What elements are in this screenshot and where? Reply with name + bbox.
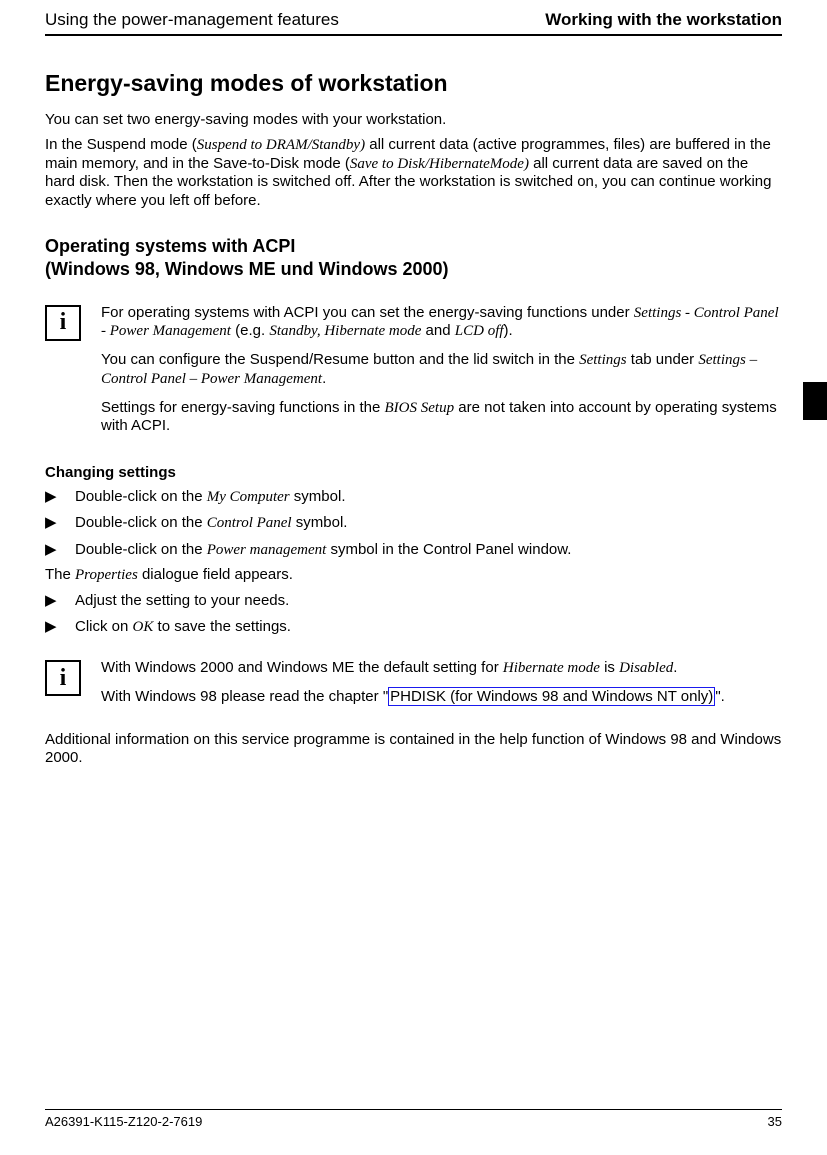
text: is	[600, 659, 619, 676]
text: With Windows 2000 and Windows ME the def…	[101, 659, 503, 676]
step-marker-icon: ▶	[45, 591, 75, 611]
info2-p2: With Windows 98 please read the chapter …	[101, 688, 725, 707]
text: The	[45, 566, 75, 583]
properties-text: The Properties dialogue field appears.	[45, 566, 782, 585]
text: tab under	[627, 351, 699, 368]
italic-text: Suspend to DRAM/Standby)	[197, 137, 365, 153]
info-note-1: i For operating systems with ACPI you ca…	[45, 304, 782, 447]
text: Settings for energy-saving functions in …	[101, 399, 385, 416]
text: Click on	[75, 618, 133, 635]
thumb-index-tab	[803, 382, 827, 420]
italic-text: BIOS Setup	[385, 400, 455, 416]
subheading-line-2: (Windows 98, Windows ME und Windows 2000…	[45, 259, 449, 279]
italic-text: Hibernate mode	[503, 660, 600, 676]
cross-reference-link[interactable]: PHDISK (for Windows 98 and Windows NT on…	[388, 687, 715, 706]
text: Double-click on the	[75, 514, 207, 531]
step-text: Double-click on the My Computer symbol.	[75, 487, 346, 507]
step-item: ▶ Double-click on the My Computer symbol…	[45, 487, 782, 507]
text: Double-click on the	[75, 488, 207, 505]
page-footer: A26391-K115-Z120-2-7619 35	[45, 1109, 782, 1129]
footer-page-number: 35	[768, 1114, 782, 1129]
text: symbol in the Control Panel window.	[326, 541, 571, 558]
text: In the Suspend mode (	[45, 136, 197, 153]
step-marker-icon: ▶	[45, 487, 75, 507]
italic-text: LCD off	[455, 323, 504, 339]
text: ).	[504, 322, 513, 339]
intro-paragraph-2: In the Suspend mode (Suspend to DRAM/Sta…	[45, 136, 782, 211]
italic-text: Properties	[75, 567, 138, 583]
italic-text: Save to Disk/HibernateMode)	[350, 156, 529, 172]
text: symbol.	[292, 514, 348, 531]
text: .	[322, 370, 326, 387]
text: and	[421, 322, 454, 339]
step-item: ▶ Double-click on the Control Panel symb…	[45, 513, 782, 533]
step-text: Double-click on the Power management sym…	[75, 540, 571, 560]
info1-p1: For operating systems with ACPI you can …	[101, 304, 782, 342]
section-heading: Energy-saving modes of workstation	[45, 70, 782, 97]
page-header: Using the power-management features Work…	[45, 10, 782, 36]
step-text: Adjust the setting to your needs.	[75, 591, 289, 611]
step-text: Click on OK to save the settings.	[75, 617, 291, 637]
text: dialogue field appears.	[138, 566, 293, 583]
step-item: ▶ Double-click on the Power management s…	[45, 540, 782, 560]
italic-text: My Computer	[207, 489, 290, 505]
header-right: Working with the workstation	[545, 10, 782, 30]
italic-text: OK	[133, 619, 154, 635]
text: (e.g.	[231, 322, 269, 339]
text: With Windows 98 please read the chapter …	[101, 688, 388, 705]
info-icon-glyph: i	[60, 309, 67, 336]
step-item: ▶ Adjust the setting to your needs.	[45, 591, 782, 611]
italic-text: Disabled	[619, 660, 673, 676]
text: symbol.	[290, 488, 346, 505]
info2-p1: With Windows 2000 and Windows ME the def…	[101, 659, 725, 678]
info1-p2: You can configure the Suspend/Resume but…	[101, 351, 782, 389]
intro-paragraph-1: You can set two energy-saving modes with…	[45, 111, 782, 130]
footer-doc-id: A26391-K115-Z120-2-7619	[45, 1114, 202, 1129]
subsection-heading: Operating systems with ACPI (Windows 98,…	[45, 235, 782, 282]
italic-text: Power management	[207, 542, 327, 558]
info1-p3: Settings for energy-saving functions in …	[101, 399, 782, 437]
text: Double-click on the	[75, 541, 207, 558]
italic-text: Standby, Hibernate mode	[269, 323, 421, 339]
step-marker-icon: ▶	[45, 513, 75, 533]
text: .	[673, 659, 677, 676]
italic-text: Settings	[579, 352, 627, 368]
text: For operating systems with ACPI you can …	[101, 304, 634, 321]
info-icon: i	[45, 305, 81, 341]
closing-paragraph: Additional information on this service p…	[45, 731, 782, 769]
text: ".	[715, 688, 725, 705]
italic-text: Control Panel	[207, 515, 292, 531]
text: You can configure the Suspend/Resume but…	[101, 351, 579, 368]
step-marker-icon: ▶	[45, 540, 75, 560]
info-icon: i	[45, 660, 81, 696]
info-text: With Windows 2000 and Windows ME the def…	[101, 659, 725, 717]
changing-settings-heading: Changing settings	[45, 464, 782, 481]
info-text: For operating systems with ACPI you can …	[101, 304, 782, 447]
step-marker-icon: ▶	[45, 617, 75, 637]
subheading-line-1: Operating systems with ACPI	[45, 236, 295, 256]
text: to save the settings.	[153, 618, 291, 635]
info-icon-glyph: i	[60, 665, 67, 692]
info-note-2: i With Windows 2000 and Windows ME the d…	[45, 659, 782, 717]
step-item: ▶ Click on OK to save the settings.	[45, 617, 782, 637]
step-text: Double-click on the Control Panel symbol…	[75, 513, 347, 533]
header-left: Using the power-management features	[45, 10, 339, 30]
